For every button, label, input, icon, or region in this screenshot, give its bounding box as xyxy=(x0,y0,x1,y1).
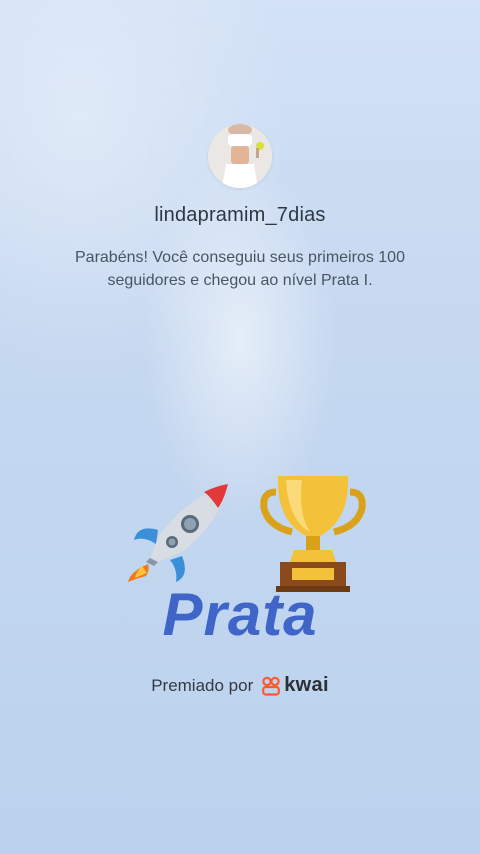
awarded-by-label: Premiado por xyxy=(151,675,254,695)
level-name: Prata xyxy=(162,581,318,648)
rocket-icon xyxy=(128,484,228,582)
avatar[interactable] xyxy=(208,124,272,188)
username[interactable]: lindapramim_7dias xyxy=(0,204,480,227)
kwai-logo-icon xyxy=(262,676,281,696)
congratulations-message: Parabéns! Você conseguiu seus primeiros … xyxy=(75,249,405,289)
trophy-icon xyxy=(260,476,366,592)
kwai-logo[interactable]: kwai xyxy=(261,674,329,697)
kwai-brand-name: kwai xyxy=(284,674,329,696)
profile-photo-icon xyxy=(208,124,272,188)
awarded-by-row: Premiado por kwai xyxy=(0,674,480,697)
